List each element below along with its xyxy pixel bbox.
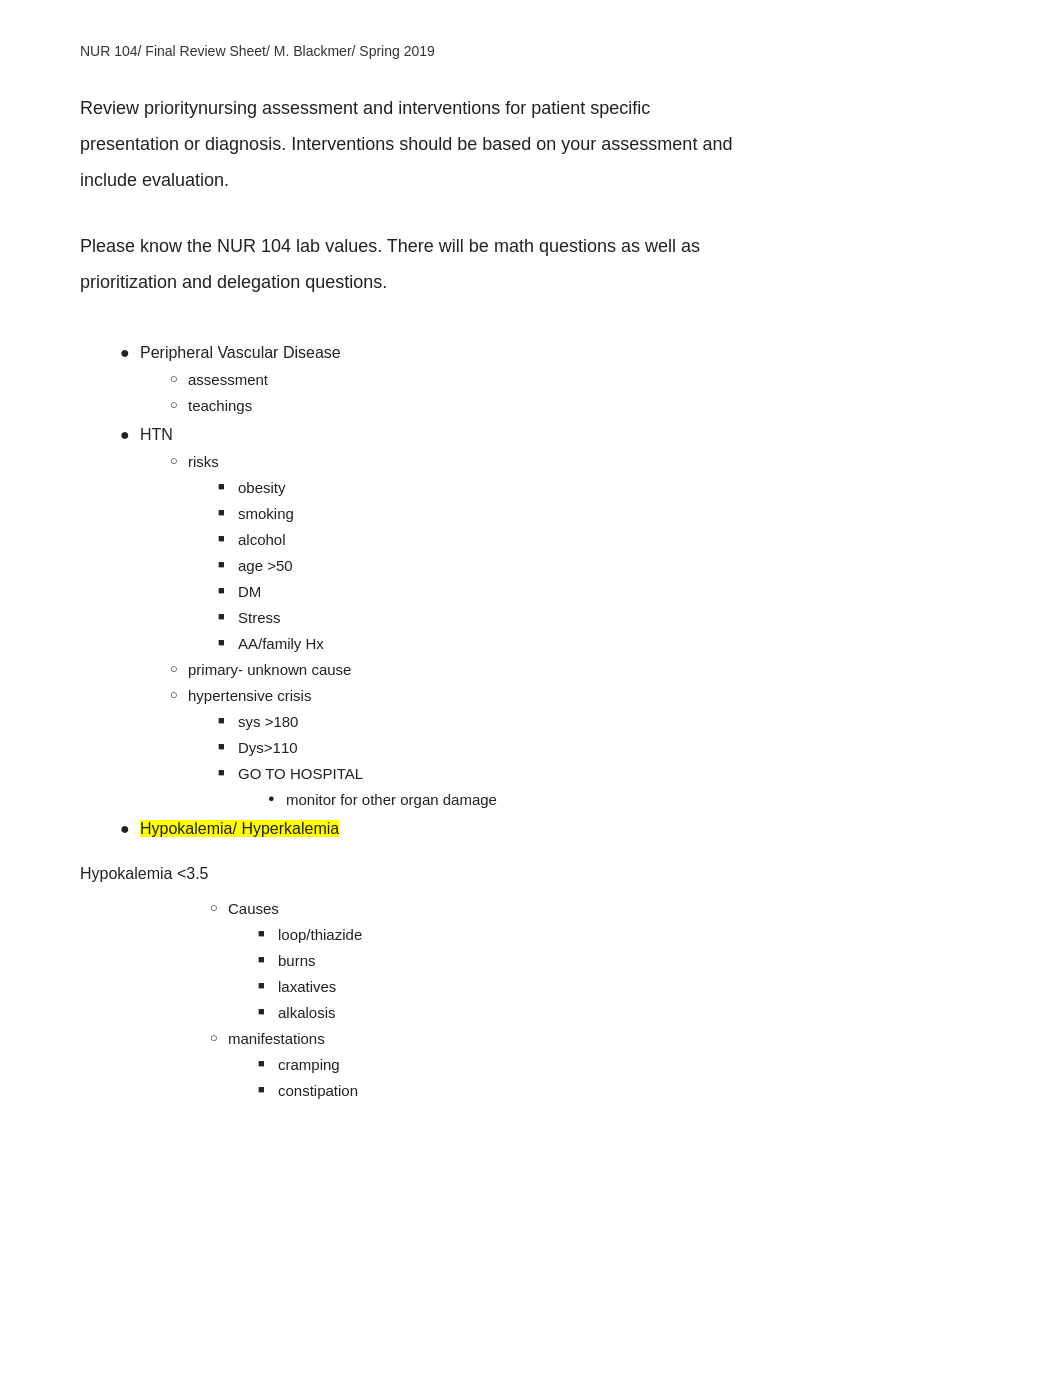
hypokalemia-groups: Causes loop/thiazide burns laxatives alk… <box>180 897 982 1103</box>
risk-alcohol: alcohol <box>218 528 982 552</box>
intro-paragraph: Review prioritynursing assessment and in… <box>80 90 982 198</box>
htn-primary: primary- unknown cause <box>170 658 982 682</box>
risk-age: age >50 <box>218 554 982 578</box>
list-item-hypokalemia-hyperkalemia: Hypokalemia/ Hyperkalemia <box>120 816 982 842</box>
second-line2: prioritization and delegation questions. <box>80 272 387 292</box>
intro-line1: Review prioritynursing assessment and in… <box>80 98 650 118</box>
risks-items: obesity smoking alcohol age >50 DM Stres… <box>188 476 982 656</box>
risk-dm: DM <box>218 580 982 604</box>
pvd-sublist: assessment teachings <box>140 368 982 418</box>
crisis-sys: sys >180 <box>218 710 982 734</box>
cause-alkalosis: alkalosis <box>258 1001 982 1025</box>
main-bullet-list: Peripheral Vascular Disease assessment t… <box>80 340 982 841</box>
risk-stress: Stress <box>218 606 982 630</box>
crisis-go-hospital: GO TO HOSPITAL monitor for other organ d… <box>218 762 982 812</box>
hypokalemia-details: Causes loop/thiazide burns laxatives alk… <box>80 897 982 1103</box>
risk-aa-family: AA/family Hx <box>218 632 982 656</box>
cause-loop-thiazide: loop/thiazide <box>258 923 982 947</box>
pvd-label: Peripheral Vascular Disease <box>140 344 341 361</box>
manifestation-cramping: cramping <box>258 1053 982 1077</box>
manifestations-items: cramping constipation <box>228 1053 982 1103</box>
second-line1: Please know the NUR 104 lab values. Ther… <box>80 236 700 256</box>
intro-line2: presentation or diagnosis. Interventions… <box>80 134 732 154</box>
causes-items: loop/thiazide burns laxatives alkalosis <box>228 923 982 1025</box>
risk-obesity: obesity <box>218 476 982 500</box>
causes-label: Causes <box>228 900 279 917</box>
cause-burns: burns <box>258 949 982 973</box>
hypokalemia-title: Hypokalemia <3.5 <box>80 861 982 887</box>
manifestation-constipation: constipation <box>258 1079 982 1103</box>
list-item-pvd: Peripheral Vascular Disease assessment t… <box>120 340 982 418</box>
crisis-items: sys >180 Dys>110 GO TO HOSPITAL monitor … <box>188 710 982 812</box>
risk-smoking: smoking <box>218 502 982 526</box>
crisis-dys: Dys>110 <box>218 736 982 760</box>
htn-label: HTN <box>140 426 173 443</box>
hospital-subitems: monitor for other organ damage <box>238 788 982 812</box>
hypokalemia-hyperkalemia-label: Hypokalemia/ Hyperkalemia <box>140 820 339 837</box>
header-text: NUR 104/ Final Review Sheet/ M. Blackmer… <box>80 40 982 62</box>
pvd-assessment: assessment <box>170 368 982 392</box>
htn-sublist: risks obesity smoking alcohol age >50 DM… <box>140 450 982 812</box>
manifestations-label: manifestations <box>228 1030 325 1047</box>
htn-risks: risks obesity smoking alcohol age >50 DM… <box>170 450 982 656</box>
list-item-htn: HTN risks obesity smoking alcohol age >5… <box>120 422 982 812</box>
manifestations-group: manifestations cramping constipation <box>210 1027 982 1103</box>
pvd-teachings: teachings <box>170 394 982 418</box>
causes-group: Causes loop/thiazide burns laxatives alk… <box>210 897 982 1025</box>
htn-crisis: hypertensive crisis sys >180 Dys>110 GO … <box>170 684 982 812</box>
crisis-monitor: monitor for other organ damage <box>268 788 982 812</box>
cause-laxatives: laxatives <box>258 975 982 999</box>
intro-line3: include evaluation. <box>80 170 229 190</box>
second-paragraph: Please know the NUR 104 lab values. Ther… <box>80 228 982 300</box>
